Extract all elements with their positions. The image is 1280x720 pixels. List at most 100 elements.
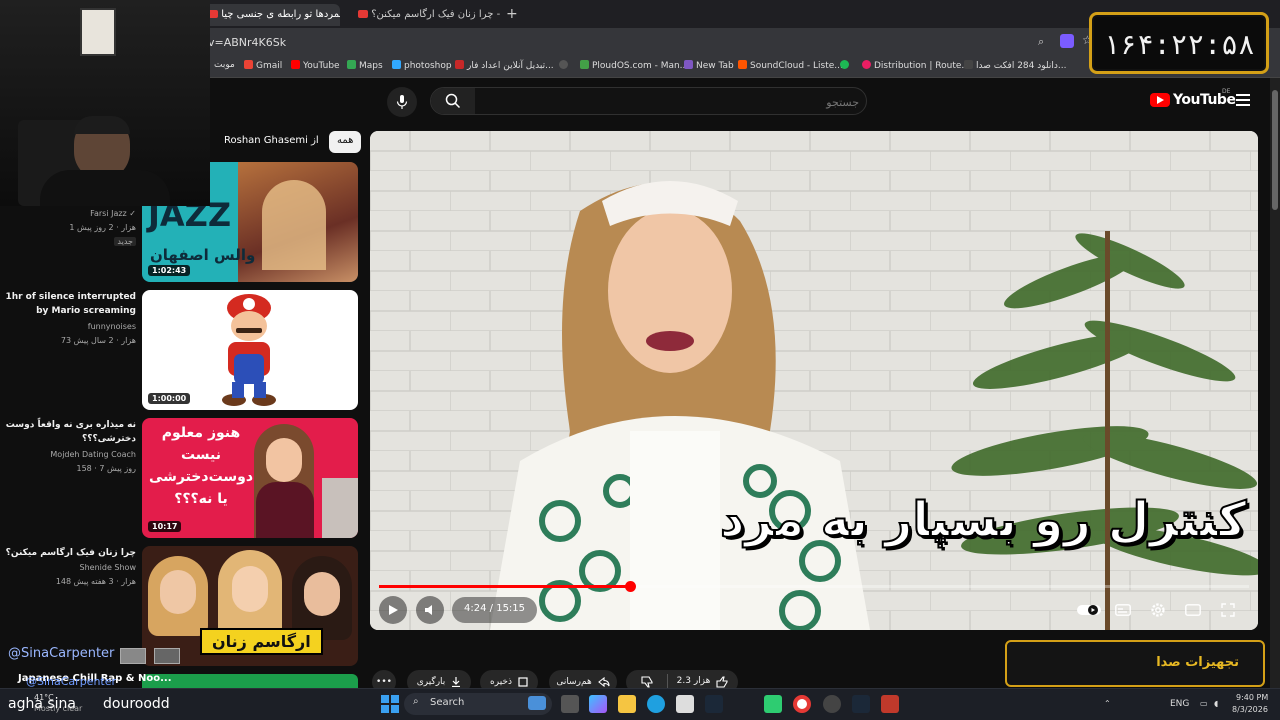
bookmark-newtab[interactable]: New Tab xyxy=(684,60,734,71)
search-box xyxy=(430,87,867,115)
rec-channel-3[interactable]: Mojdeh Dating Coach xyxy=(50,450,136,459)
like-button[interactable]: 2.3 هزار xyxy=(668,676,738,688)
page-scrollbar[interactable] xyxy=(1270,78,1280,688)
file-explorer-icon[interactable] xyxy=(618,695,636,713)
video-player[interactable] xyxy=(370,131,1258,630)
extension-icon[interactable] xyxy=(1060,34,1074,48)
chip-from-channel[interactable]: Roshan Ghasemi از xyxy=(216,131,327,153)
bookmark-sfx[interactable]: دانلود 284 افکت صدا... xyxy=(964,60,1067,71)
chip-all[interactable]: همه xyxy=(329,131,362,153)
rec-channel-1[interactable]: Farsi Jazz ✓ xyxy=(90,209,136,218)
search-highlight-icon xyxy=(528,696,546,710)
spotify-icon[interactable] xyxy=(840,60,852,71)
download-label: بارگیری xyxy=(416,677,446,687)
app-red-icon[interactable] xyxy=(881,695,899,713)
bookmark-youtube[interactable]: YouTube xyxy=(291,60,340,71)
search-input[interactable] xyxy=(479,93,859,111)
url-field[interactable]: v=ABNr4K6Sk xyxy=(208,36,286,49)
bookmark-converter[interactable]: تبدیل آنلاین اعداد فار... xyxy=(455,60,554,71)
channel-name: Farsi Jazz xyxy=(90,209,127,218)
windows-start-icon[interactable] xyxy=(381,695,399,713)
soundcloud-icon xyxy=(738,60,747,69)
bookmark-ploudos[interactable] xyxy=(559,60,571,71)
store-icon[interactable] xyxy=(676,695,694,713)
rec-thumbnail-3[interactable]: هنوز معلوم نیست دوست‌دخترشی یا نه؟؟؟ 10:… xyxy=(142,418,358,538)
video-caption: کنترل رو بسپار به مرد xyxy=(719,491,1247,549)
rec-thumbnail-2[interactable]: 1:00:00 xyxy=(142,290,358,410)
mario-illustration xyxy=(210,294,288,406)
tab-active[interactable]: ممرد‌ها تو رابطه ی جنسی چیا ✕ xyxy=(196,4,340,26)
rec-channel-2[interactable]: funnynoises xyxy=(88,322,136,331)
youtube-icon xyxy=(291,60,300,69)
bookmark-ploud[interactable]: PloudOS.com - Man... xyxy=(580,60,688,71)
clock-date[interactable]: 8/3/2026 xyxy=(1232,705,1268,714)
chrome-icon[interactable] xyxy=(793,695,811,713)
scroll-thumb[interactable] xyxy=(1272,90,1278,210)
bookmark-photoshop[interactable]: photoshop xyxy=(392,60,452,71)
bookmark-item[interactable]: موبت xyxy=(214,60,235,70)
chat-avatar xyxy=(120,648,146,664)
tab-second-label: چرا زنان فیک ارگاسم میکنن؟ - be xyxy=(371,9,500,20)
autoplay-toggle[interactable] xyxy=(1076,600,1102,620)
edge-icon[interactable] xyxy=(647,695,665,713)
play-button[interactable] xyxy=(379,596,407,624)
hamburger-menu-icon[interactable] xyxy=(1236,94,1250,109)
app-green-icon[interactable] xyxy=(764,695,782,713)
microphone-icon xyxy=(396,95,408,109)
settings-button[interactable] xyxy=(1148,600,1168,620)
network-icon[interactable]: ▭ xyxy=(1200,699,1208,708)
youtube-logo[interactable]: YouTube DE xyxy=(1150,88,1236,108)
bookmark-maps[interactable]: Maps xyxy=(347,60,383,71)
wall-poster xyxy=(80,8,116,56)
rec-channel-4[interactable]: Shenide Show xyxy=(80,563,137,572)
streamer-hair xyxy=(74,116,130,134)
streamer-body xyxy=(40,170,170,206)
audio-banner-text: تجهیزات صدا xyxy=(1156,655,1239,670)
time-separator: / xyxy=(486,603,497,614)
search-icon: ⌕ xyxy=(413,696,419,707)
youtube-favicon-icon xyxy=(358,10,368,18)
chat-line-5: douroodd xyxy=(103,696,170,712)
dislike-button[interactable] xyxy=(627,676,667,688)
gear-icon xyxy=(1151,603,1165,617)
taskbar-search[interactable]: ⌕ Search xyxy=(404,693,552,715)
tab-second[interactable]: چرا زنان فیک ارگاسم میکنن؟ - be xyxy=(346,4,500,26)
volume-tray-icon[interactable]: ◖ xyxy=(1214,699,1218,708)
progress-scrubber[interactable] xyxy=(624,581,636,592)
volume-button[interactable] xyxy=(416,596,444,624)
fullscreen-button[interactable] xyxy=(1218,600,1238,620)
voice-search-button[interactable] xyxy=(387,87,417,117)
zoom-icon[interactable]: ⌕ xyxy=(1038,35,1044,49)
distribution-icon xyxy=(862,60,871,69)
copilot-icon[interactable] xyxy=(589,695,607,713)
rec-title-3[interactable]: نه میذاره بری نه واقعاً دوست دخترشی؟؟؟ xyxy=(0,418,136,446)
bookmark-soundcloud[interactable]: SoundCloud - Liste... xyxy=(738,60,843,71)
tray-overflow-icon[interactable]: ⌃ xyxy=(1104,699,1111,708)
steam-icon[interactable] xyxy=(705,695,723,713)
thumbs-up-icon xyxy=(716,676,728,688)
obs-icon[interactable] xyxy=(823,695,841,713)
language-indicator[interactable]: ENG xyxy=(1170,699,1189,709)
subtitles-button[interactable] xyxy=(1113,600,1133,620)
bookmark-label: Distribution | Route... xyxy=(874,61,970,71)
rec-title-4[interactable]: چرا زنان فیک ارگاسم میکنن؟ xyxy=(0,546,136,560)
rec-thumbnail-5[interactable] xyxy=(142,674,358,688)
new-tab-button[interactable]: + xyxy=(506,6,518,22)
search-button[interactable] xyxy=(431,88,475,114)
gmail-icon xyxy=(244,60,253,69)
bookmark-distribution[interactable]: Distribution | Route... xyxy=(862,60,970,71)
task-view-icon[interactable] xyxy=(561,695,579,713)
theater-mode-button[interactable] xyxy=(1183,600,1203,620)
progress-fill xyxy=(379,585,630,588)
chat-line-3: @SinaCarpenter xyxy=(26,675,117,688)
bookmark-label: SoundCloud - Liste... xyxy=(750,61,843,71)
rec-title-2[interactable]: 1hr of silence interrupted by Mario scre… xyxy=(0,290,136,318)
bookmark-label: تبدیل آنلاین اعداد فار... xyxy=(467,61,554,71)
bookmark-gmail[interactable]: Gmail xyxy=(244,60,282,71)
clock-time[interactable]: 9:40 PM xyxy=(1236,693,1268,702)
chat-line-1: @SinaCarpenter xyxy=(8,646,115,661)
spotify-dot-icon xyxy=(840,60,849,69)
download-icon xyxy=(452,677,461,687)
video-progress-bar[interactable] xyxy=(379,581,1249,592)
steam-alt-icon[interactable] xyxy=(852,695,870,713)
